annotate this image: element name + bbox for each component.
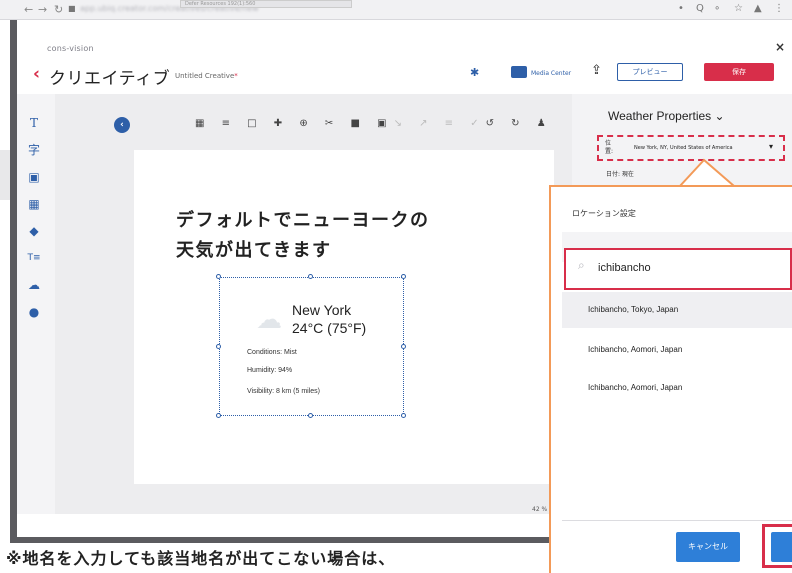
weather-temperature: 24°C (75°F) bbox=[292, 320, 367, 336]
media-center-link[interactable]: Media Center bbox=[531, 70, 571, 77]
reload-icon[interactable]: ↻ bbox=[54, 3, 63, 16]
weather-humidity: Humidity: 94% bbox=[247, 367, 293, 374]
cancel-button[interactable]: キャンセル bbox=[676, 532, 740, 562]
background-window-edge bbox=[0, 150, 10, 200]
table-text-tool-icon[interactable]: T≡ bbox=[25, 250, 43, 266]
search-icon: ⌕ bbox=[578, 258, 585, 272]
location-search-input[interactable] bbox=[598, 259, 778, 277]
annotation-line-1: デフォルトでニューヨークの bbox=[176, 210, 430, 231]
media-center-icon[interactable] bbox=[511, 66, 527, 78]
brand-logo: cons-vision bbox=[47, 44, 94, 53]
resize-handle[interactable] bbox=[216, 344, 221, 349]
resize-handle[interactable] bbox=[401, 274, 406, 279]
unsaved-marker: * bbox=[234, 72, 238, 80]
cloud-icon: ☁ bbox=[256, 305, 282, 335]
lock-icon: ■ bbox=[68, 4, 76, 13]
properties-title-text: Weather Properties bbox=[608, 109, 712, 123]
clock-tool-icon[interactable]: ● bbox=[25, 304, 43, 320]
weather-tool-icon[interactable]: ☁ bbox=[25, 277, 43, 293]
collapse-left-panel-button[interactable]: ‹ bbox=[114, 117, 130, 133]
profile-icon[interactable]: ▲ bbox=[754, 3, 762, 14]
forward-arrow-icon[interactable]: → bbox=[38, 3, 47, 16]
date-field[interactable]: 日付: 現在 bbox=[606, 169, 634, 178]
browser-toolbar: ← → ↻ ■ app.ubiq.creator.com/creatives/c… bbox=[0, 0, 792, 20]
ok-button[interactable] bbox=[762, 524, 792, 568]
toolbar-disabled-icons: ↘ ↗ ≡ ✓ bbox=[393, 118, 486, 129]
shapes-tool-icon[interactable]: ◆ bbox=[25, 223, 43, 239]
weather-city: New York bbox=[292, 302, 352, 318]
weather-conditions: Conditions: Mist bbox=[247, 349, 297, 356]
page-title: クリエイティブ bbox=[49, 69, 171, 89]
toolbar-undo-redo-icons[interactable]: ↺ ↻ ♟ bbox=[486, 118, 553, 129]
location-result-item[interactable]: Ichibancho, Aomori, Japan bbox=[562, 332, 792, 368]
dialog-title: ロケーション設定 bbox=[572, 209, 636, 218]
chevron-down-icon[interactable]: ⌄ bbox=[715, 109, 725, 123]
resize-handle[interactable] bbox=[308, 274, 313, 279]
creative-name[interactable]: Untitled Creative* bbox=[175, 72, 238, 80]
dialog-divider bbox=[562, 520, 792, 521]
resize-handle[interactable] bbox=[401, 344, 406, 349]
video-tool-icon[interactable]: ▦ bbox=[25, 196, 43, 212]
location-result-item[interactable]: Ichibancho, Tokyo, Japan bbox=[562, 292, 792, 328]
resize-handle[interactable] bbox=[216, 413, 221, 418]
location-label: 位置: bbox=[605, 140, 614, 155]
weather-visibility: Visibility: 8 km (5 miles) bbox=[247, 388, 320, 395]
resize-handle[interactable] bbox=[401, 413, 406, 418]
extension-icon[interactable]: ∘ bbox=[714, 3, 720, 14]
resize-handle[interactable] bbox=[308, 413, 313, 418]
menu-dots-icon[interactable]: ⋮ bbox=[774, 3, 784, 14]
key-icon[interactable]: • bbox=[678, 3, 684, 14]
image-tool-icon[interactable]: ▣ bbox=[25, 169, 43, 185]
location-pin-icon[interactable]: ▾ bbox=[769, 142, 773, 151]
save-button[interactable]: 保存 bbox=[704, 63, 774, 81]
resize-handle[interactable] bbox=[216, 274, 221, 279]
close-icon[interactable]: × bbox=[775, 40, 785, 54]
location-value: New York, NY, United States of America bbox=[634, 145, 733, 151]
bookmark-star-icon[interactable]: ☆ bbox=[734, 3, 743, 14]
preview-button[interactable]: プレビュー bbox=[617, 63, 683, 81]
screenshot-stage: ← → ↻ ■ app.ubiq.creator.com/creatives/c… bbox=[0, 0, 792, 573]
edit-toolbar[interactable]: ▦ ≡ □ ✚ ⊕ ✂ ■ ▣↘ ↗ ≡ ✓↺ ↻ ♟ bbox=[195, 118, 553, 129]
properties-title[interactable]: Weather Properties ⌄ bbox=[608, 109, 725, 123]
location-result-item[interactable]: Ichibancho, Aomori, Japan bbox=[562, 370, 792, 406]
back-arrow-icon[interactable]: ← bbox=[24, 3, 33, 16]
back-chevron-icon[interactable]: ‹ bbox=[33, 64, 40, 84]
weather-widget[interactable] bbox=[219, 277, 404, 416]
upload-icon[interactable]: ⇪ bbox=[591, 63, 602, 78]
background-window-fragment: Defer Resources 192(1):560 bbox=[180, 0, 352, 8]
text-tool-icon[interactable]: T bbox=[25, 115, 43, 131]
gear-icon[interactable]: ✱ bbox=[470, 66, 479, 79]
zoom-icon[interactable]: Q bbox=[696, 3, 704, 14]
toolbar-edit-icons[interactable]: ▦ ≡ □ ✚ ⊕ ✂ ■ ▣ bbox=[195, 118, 394, 129]
annotation-line-2: 天気が出てきます bbox=[176, 240, 332, 261]
creative-name-text: Untitled Creative bbox=[175, 72, 235, 80]
zoom-level: 42 % bbox=[532, 506, 548, 513]
text-box-tool-icon[interactable]: 字 bbox=[25, 142, 43, 158]
footnote-text: ※地名を入力しても該当地名が出てこない場合は、 bbox=[6, 549, 396, 568]
